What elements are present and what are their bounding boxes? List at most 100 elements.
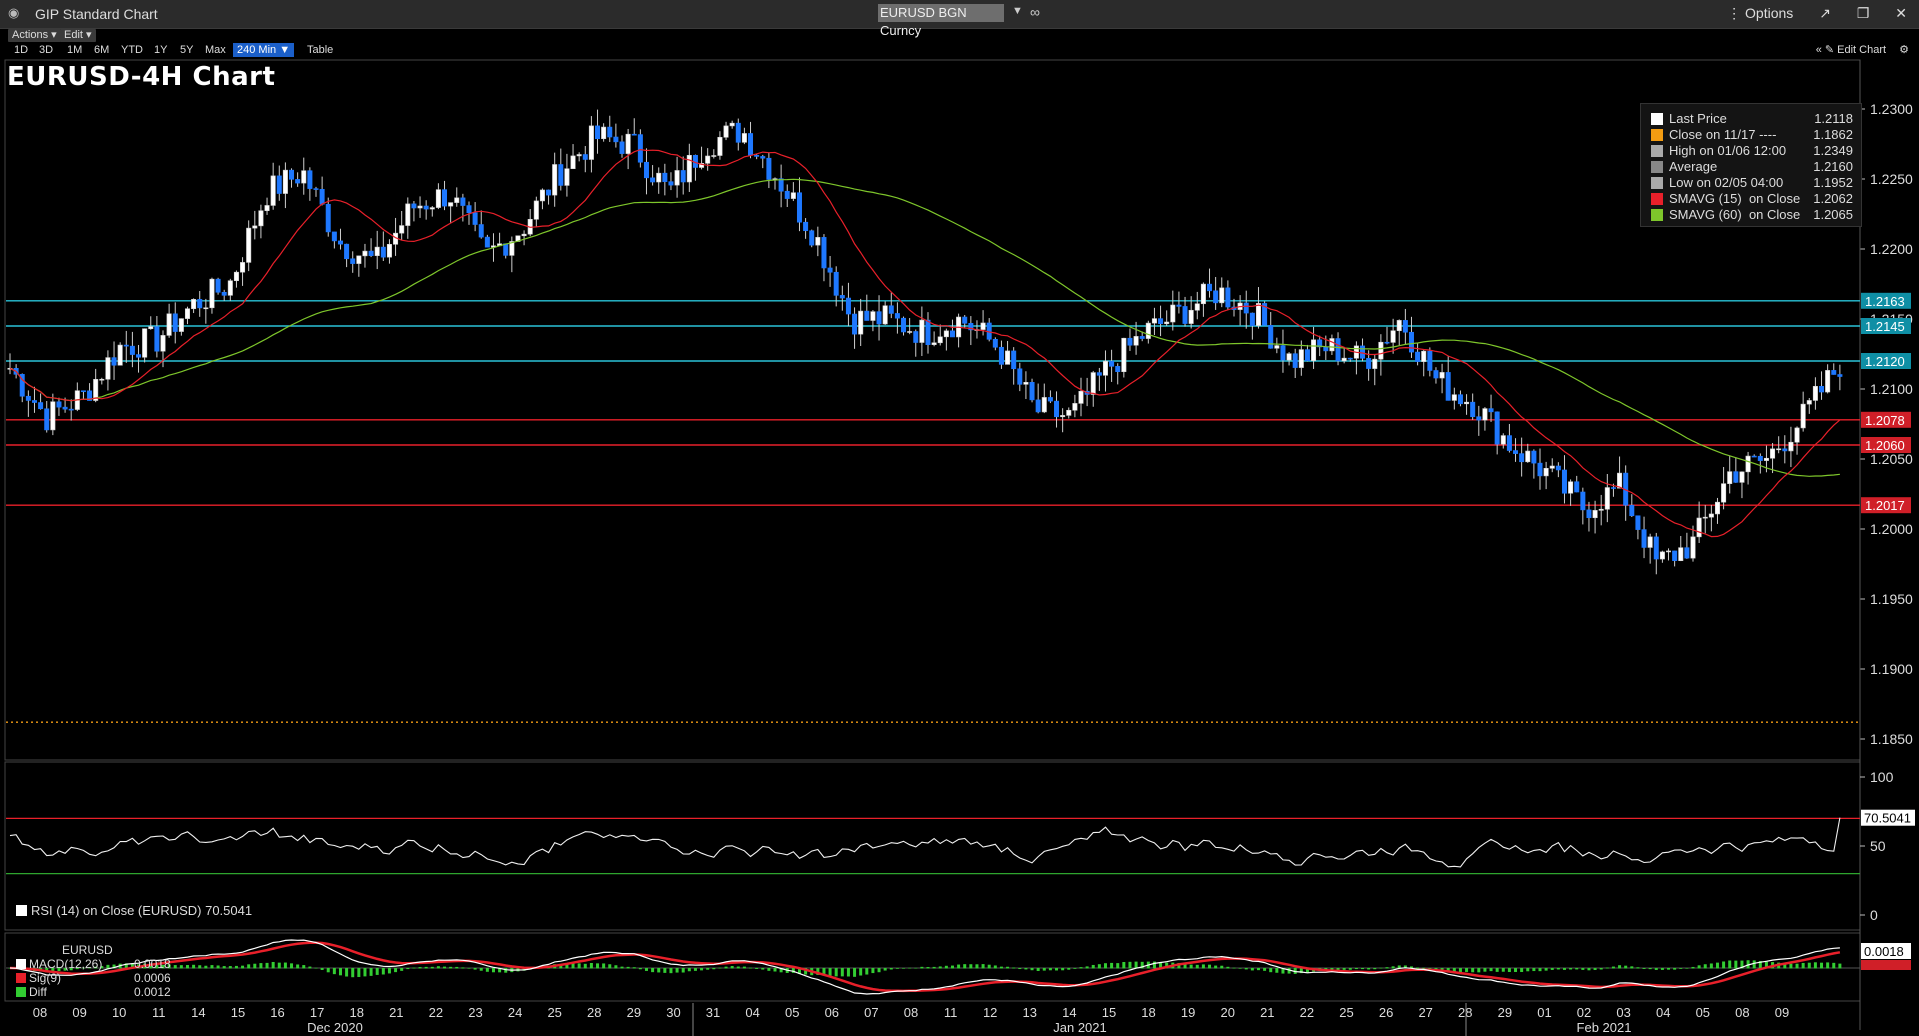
macd-hist-bar [479, 968, 483, 971]
candle-body [454, 197, 460, 203]
diff-legend-row: Diff 0.0012 [16, 985, 171, 999]
candle-body [552, 164, 558, 196]
macd-hist-bar [247, 964, 251, 969]
macd-hist-bar [1465, 968, 1469, 972]
macd-hist-bar [351, 968, 355, 978]
candle-body [931, 342, 937, 345]
candle-body [1598, 508, 1604, 511]
macd-hist-bar [1697, 965, 1701, 969]
x-tick-label: 13 [1023, 1005, 1037, 1020]
macd-hist-bar [1097, 964, 1101, 969]
candle-body [907, 331, 913, 333]
macd-hist-bar [179, 965, 183, 969]
macd-hist-bar [1575, 968, 1579, 970]
rsi-line [9, 817, 1841, 868]
candle-body [1586, 509, 1592, 519]
candle-body [1243, 302, 1249, 314]
macd-hist-bar [1556, 968, 1560, 970]
candle-body [821, 237, 827, 269]
legend-row-smavg60: SMAVG (60) on Close 1.2065 [1651, 207, 1861, 223]
x-tick-label: 31 [706, 1005, 720, 1020]
legend-row-close: Close on 11/17 ---- 1.1862 [1651, 127, 1861, 143]
candle-body [1408, 331, 1414, 353]
candle-body [472, 212, 478, 225]
macd-hist-bar [1593, 968, 1597, 970]
candle-body [1531, 450, 1537, 464]
candle-body [1800, 403, 1806, 429]
candle-body [166, 313, 172, 336]
macd-hist-bar [583, 963, 587, 969]
macd-hist-bar [283, 962, 287, 969]
y-tick-label: 1.2250 [1870, 171, 1913, 187]
macd-hist-bar [1110, 962, 1114, 969]
x-tick-label: 04 [1656, 1005, 1670, 1020]
price-panel-frame [4, 59, 1861, 761]
candle-body [650, 177, 656, 183]
candle-body [62, 406, 68, 410]
macd-hist-bar [1067, 968, 1071, 970]
macd-hist-bar [277, 962, 281, 969]
candle-body [919, 319, 925, 343]
macd-hist-bar [950, 965, 954, 969]
candle-body [894, 313, 900, 319]
macd-hist-bar [1006, 966, 1010, 969]
candle-body [362, 250, 368, 257]
chart-canvas[interactable]: 1.23001.22501.22001.21501.21001.20501.20… [0, 0, 1919, 1036]
macd-hist-bar [363, 968, 367, 977]
macd-hist-bar [1055, 968, 1059, 971]
candle-body [1751, 455, 1757, 458]
candle-body [356, 255, 362, 264]
macd-hist-bar [314, 967, 318, 969]
candle-body [1225, 287, 1231, 308]
candle-body [735, 122, 741, 143]
diff-swatch [16, 987, 26, 997]
macd-hist-bar [210, 965, 214, 969]
macd-hist-bar [730, 965, 734, 969]
candle-body [276, 175, 282, 194]
macd-hist-bar [1269, 968, 1273, 973]
macd-hist-bar [1532, 968, 1536, 972]
x-tick-label: 03 [1616, 1005, 1630, 1020]
candle-body [705, 155, 711, 164]
macd-hist-bar [632, 967, 636, 969]
macd-hist-bar [455, 966, 459, 969]
macd-hist-bar [1232, 967, 1236, 969]
candle-body [1121, 337, 1127, 373]
candle-body [44, 408, 50, 431]
candle-body [282, 169, 288, 194]
candle-body [68, 408, 74, 411]
candle-body [1617, 472, 1623, 489]
macd-histogram [8, 960, 1842, 978]
level-tag-label: 1.2078 [1865, 413, 1905, 428]
macd-hist-bar [449, 966, 453, 969]
candle-body [1035, 399, 1041, 413]
candle-body [656, 172, 662, 183]
candle-body [1268, 325, 1274, 349]
macd-hist-bar [1660, 968, 1664, 970]
macd-hist-bar [761, 968, 765, 970]
candle-body [1188, 309, 1194, 324]
candle-body [1219, 287, 1225, 304]
y-tick-label: 1.2000 [1870, 521, 1913, 537]
candle-body [56, 401, 62, 408]
macd-hist-bar [1636, 967, 1640, 969]
candle-body [1537, 462, 1543, 477]
x-tick-label: 21 [1260, 1005, 1274, 1020]
x-tick-label: 15 [231, 1005, 245, 1020]
macd-hist-bar [1061, 968, 1065, 971]
macd-hist-bar [859, 968, 863, 976]
candle-body [882, 305, 888, 325]
x-tick-label: 08 [904, 1005, 918, 1020]
macd-hist-bar [908, 967, 912, 969]
level-tag-label: 1.2145 [1865, 319, 1905, 334]
macd-hist-bar [1709, 963, 1713, 969]
candle-body [1139, 336, 1145, 339]
month-label: Jan 2021 [1053, 1020, 1107, 1035]
candle-body [1017, 368, 1023, 385]
candle-body [790, 192, 796, 199]
candle-body [784, 190, 790, 199]
candle-body [160, 335, 166, 352]
candle-body [1005, 350, 1011, 365]
candle-body [240, 262, 246, 273]
candle-body [478, 224, 484, 238]
